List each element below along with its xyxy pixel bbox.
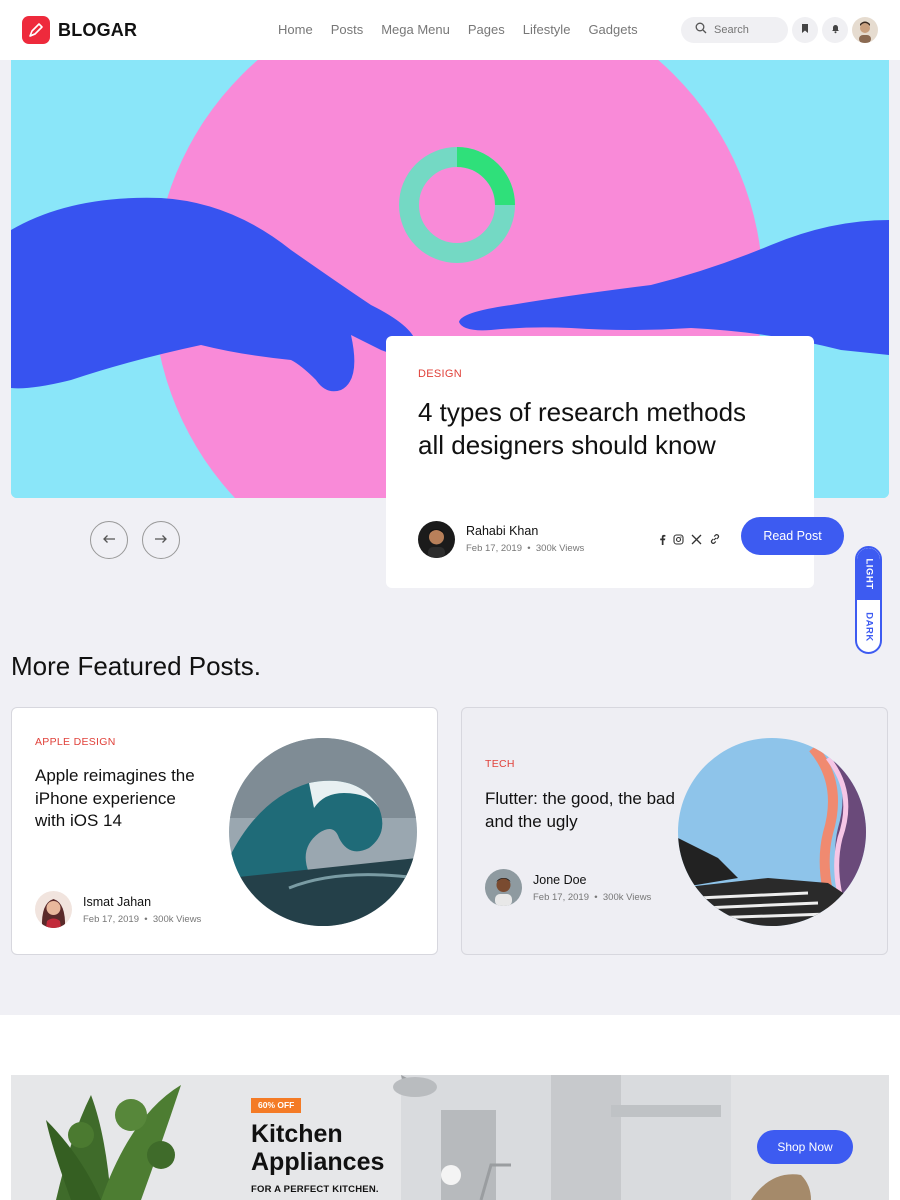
meta-separator: • [141, 914, 151, 925]
post-category[interactable]: APPLE DESIGN [35, 736, 116, 748]
nav-mega-menu[interactable]: Mega Menu [381, 22, 450, 37]
promo-title: Kitchen Appliances [251, 1120, 385, 1176]
hero-post-card: DESIGN 4 types of research methods all d… [386, 336, 844, 588]
search-box[interactable] [681, 17, 788, 43]
abstract-photo-image[interactable] [678, 738, 866, 926]
x-icon[interactable] [691, 532, 702, 550]
meta-separator: • [524, 543, 534, 554]
avatar[interactable] [485, 869, 522, 906]
instagram-icon[interactable] [673, 532, 684, 550]
avatar[interactable] [418, 521, 455, 558]
facebook-icon[interactable] [659, 532, 666, 550]
avatar[interactable] [35, 891, 72, 928]
featured-post-card[interactable]: APPLE DESIGN Apple reimagines the iPhone… [11, 707, 438, 955]
hero-category[interactable]: DESIGN [418, 368, 462, 380]
arrow-left-icon [102, 531, 116, 549]
post-author-meta: Feb 17, 2019 • 300k Views [533, 892, 651, 903]
nav-pages[interactable]: Pages [468, 22, 505, 37]
promo-subtitle: FOR A PERFECT KITCHEN. [251, 1184, 379, 1195]
meta-separator: • [591, 892, 601, 903]
next-slide-button[interactable] [142, 521, 180, 559]
logo[interactable]: BLOGAR [22, 16, 137, 44]
nav-posts[interactable]: Posts [331, 22, 364, 37]
prev-slide-button[interactable] [90, 521, 128, 559]
post-author-meta: Feb 17, 2019 • 300k Views [83, 914, 201, 925]
featured-post-card[interactable]: TECH Flutter: the good, the bad and the … [461, 707, 888, 955]
bookmark-button[interactable] [792, 17, 818, 43]
post-category[interactable]: TECH [485, 758, 515, 770]
shop-now-button[interactable]: Shop Now [757, 1130, 853, 1164]
promo-banner[interactable]: 60% OFF Kitchen Appliances FOR A PERFECT… [11, 1075, 889, 1200]
post-views: 300k Views [152, 914, 202, 925]
arrow-right-icon [154, 531, 168, 549]
hero-author-meta: Feb 17, 2019 • 300k Views [466, 543, 584, 554]
user-avatar[interactable] [852, 17, 878, 43]
nav-gadgets[interactable]: Gadgets [588, 22, 637, 37]
hero-author-name[interactable]: Rahabi Khan [466, 524, 538, 538]
wave-image[interactable] [229, 738, 417, 926]
main-nav: Home Posts Mega Menu Pages Lifestyle Gad… [278, 22, 638, 37]
bookmark-icon [800, 21, 810, 39]
logo-text: BLOGAR [58, 19, 138, 40]
light-mode-button[interactable]: LIGHT [857, 548, 880, 600]
read-post-button[interactable]: Read Post [741, 517, 844, 555]
post-date: Feb 17, 2019 [466, 543, 522, 554]
dark-mode-button[interactable]: DARK [857, 602, 880, 652]
section-title: More Featured Posts. [11, 651, 261, 681]
site-header: BLOGAR Home Posts Mega Menu Pages Lifest… [0, 0, 900, 60]
nav-home[interactable]: Home [278, 22, 313, 37]
post-author-name[interactable]: Jone Doe [533, 873, 587, 887]
nav-lifestyle[interactable]: Lifestyle [523, 22, 571, 37]
pen-logo-icon [22, 16, 50, 44]
search-icon [695, 21, 707, 39]
search-input[interactable] [714, 24, 784, 36]
post-date: Feb 17, 2019 [83, 914, 139, 925]
post-date: Feb 17, 2019 [533, 892, 589, 903]
notification-button[interactable] [822, 17, 848, 43]
post-author-name[interactable]: Ismat Jahan [83, 895, 151, 909]
bell-icon [830, 21, 841, 39]
light-label: LIGHT [863, 558, 874, 590]
post-views: 300k Views [535, 543, 585, 554]
share-icons [659, 532, 721, 550]
post-views: 300k Views [602, 892, 652, 903]
post-title[interactable]: Flutter: the good, the bad and the ugly [485, 788, 675, 833]
dark-label: DARK [863, 612, 874, 642]
kitchen-image [11, 1075, 889, 1200]
link-icon[interactable] [709, 532, 721, 550]
theme-toggle: LIGHT DARK [855, 546, 882, 654]
post-title[interactable]: Apple reimagines the iPhone experience w… [35, 765, 210, 833]
discount-badge: 60% OFF [251, 1098, 302, 1113]
hero-title[interactable]: 4 types of research methods all designer… [418, 396, 748, 462]
